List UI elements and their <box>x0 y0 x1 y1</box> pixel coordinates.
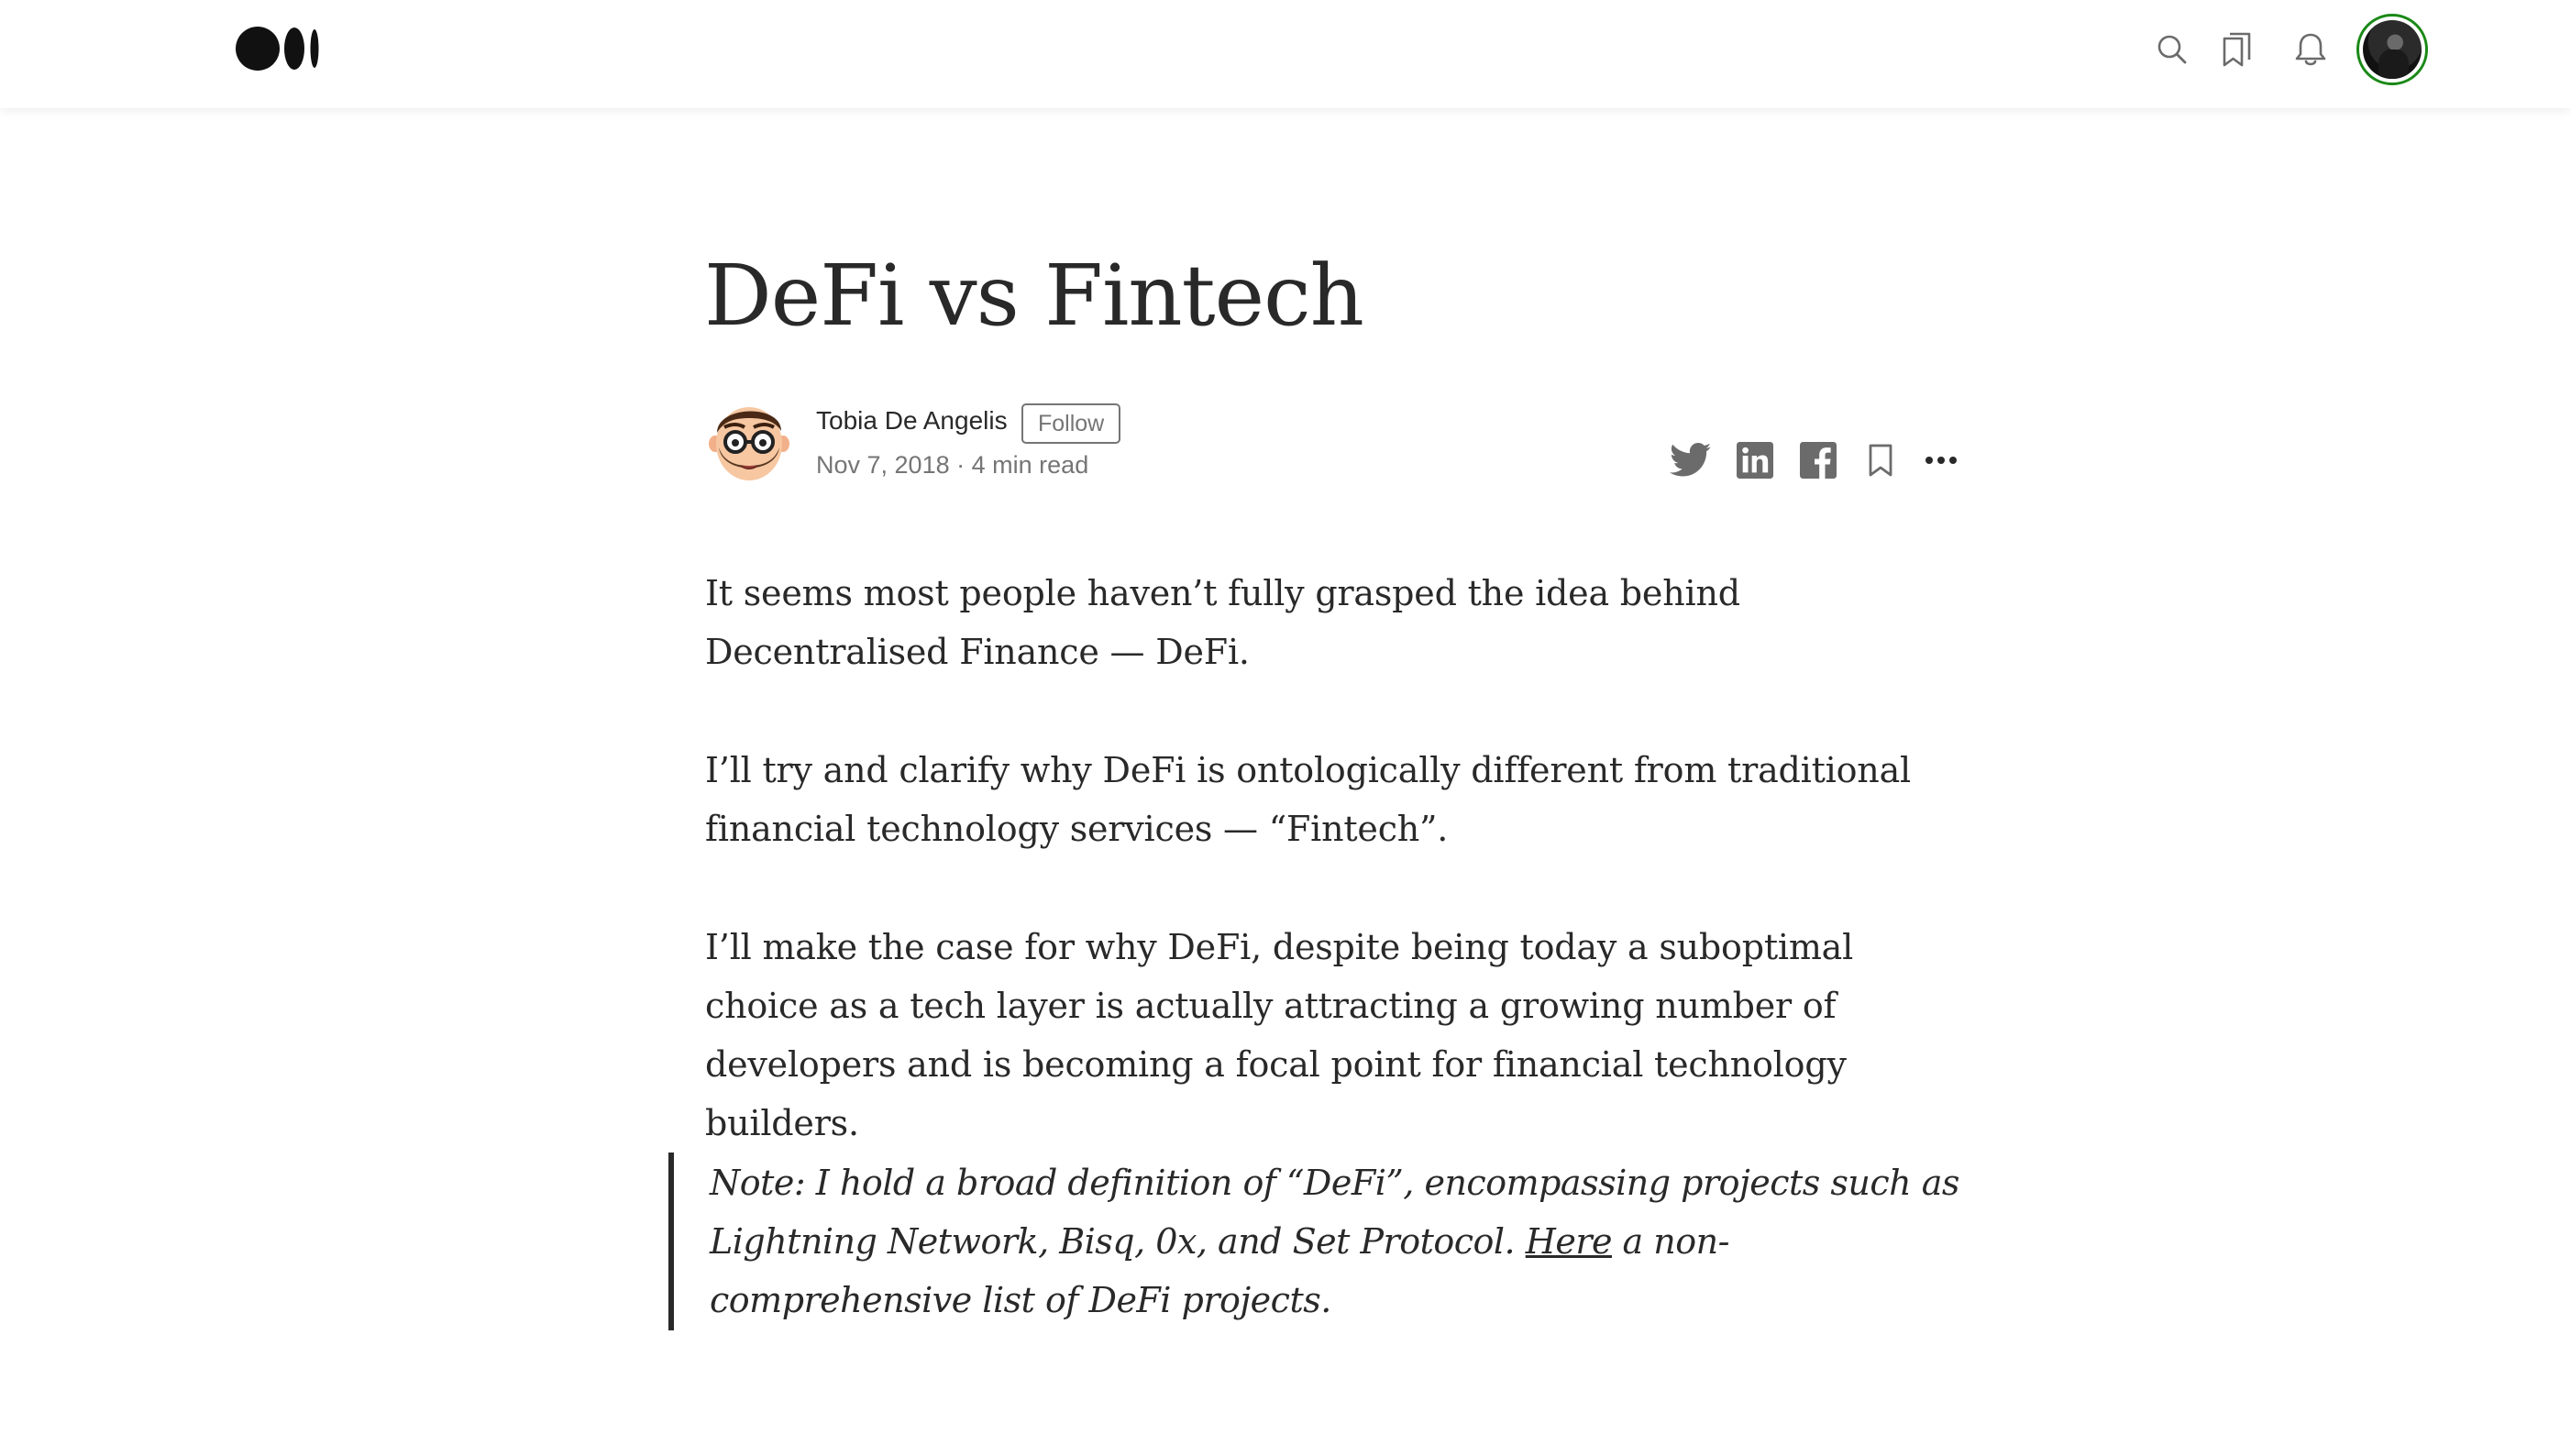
medium-logo[interactable] <box>236 24 322 73</box>
publish-date: Nov 7, 2018 <box>816 451 950 479</box>
author-avatar[interactable] <box>706 396 792 484</box>
medium-logo-icon <box>236 27 319 71</box>
facebook-icon[interactable] <box>1796 438 1840 482</box>
follow-button[interactable]: Follow <box>1021 403 1121 444</box>
article-meta: Nov 7, 2018 · 4 min read <box>816 451 1088 480</box>
search-icon[interactable] <box>2150 28 2194 72</box>
article-paragraph: I’ll try and clarify why DeFi is ontolog… <box>705 750 1911 849</box>
article-title: DeFi vs Fintech <box>704 247 1364 345</box>
bell-icon[interactable] <box>2289 28 2333 72</box>
bookmark-icon[interactable] <box>1859 438 1903 482</box>
user-avatar-image <box>2363 20 2422 79</box>
article-paragraph: It seems most people haven’t fully grasp… <box>705 573 1740 672</box>
top-navigation-bar <box>0 0 2571 108</box>
bookmarks-icon[interactable] <box>2215 28 2259 72</box>
more-icon[interactable] <box>1919 438 1963 482</box>
article-paragraph: I’ll make the case for why DeFi, despite… <box>705 927 1854 1143</box>
linkedin-icon[interactable] <box>1733 438 1777 482</box>
note-text: Note: I hold a broad definition of “DeFi… <box>710 1163 1959 1262</box>
user-avatar[interactable] <box>2356 14 2428 85</box>
defi-projects-link[interactable]: Here <box>1526 1221 1613 1262</box>
twitter-icon[interactable] <box>1669 438 1713 482</box>
author-name[interactable]: Tobia De Angelis <box>816 406 1008 436</box>
blockquote-note: Note: I hold a broad definition of “DeFi… <box>710 1153 1966 1329</box>
meta-separator: · <box>956 451 966 479</box>
read-time: 4 min read <box>971 451 1089 479</box>
